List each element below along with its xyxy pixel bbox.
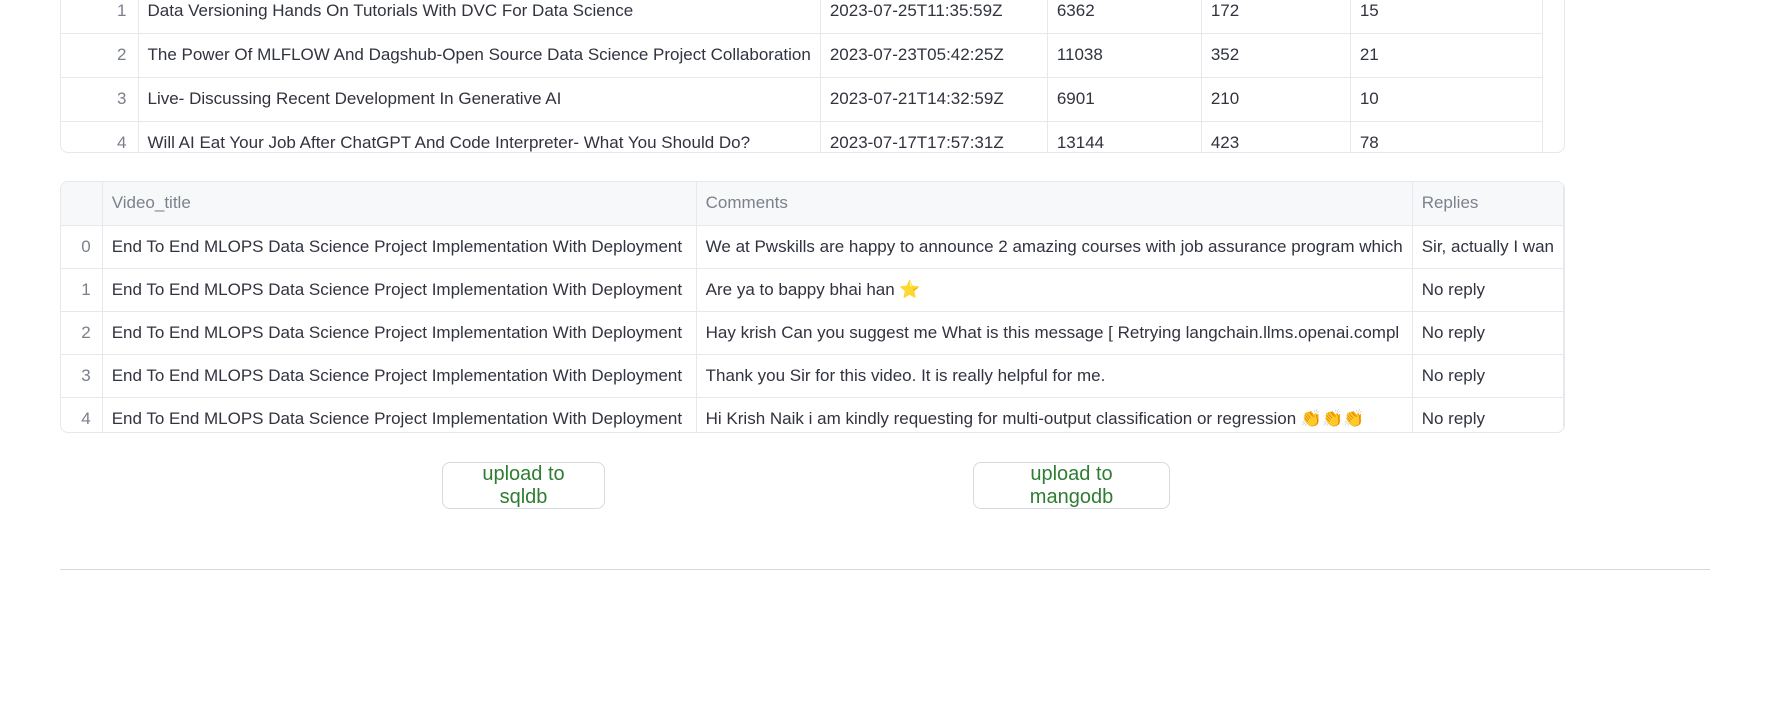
- table-row[interactable]: 1 Data Versioning Hands On Tutorials Wit…: [61, 0, 1543, 34]
- views-cell[interactable]: 6901: [1047, 77, 1202, 122]
- row-index: 3: [61, 354, 103, 398]
- comment-cell[interactable]: We at Pwskills are happy to announce 2 a…: [696, 225, 1413, 269]
- table-row[interactable]: 4 End To End MLOPS Data Science Project …: [61, 397, 1564, 432]
- upload-to-mongodb-button[interactable]: upload to mangodb: [973, 462, 1170, 509]
- row-index: 3: [61, 77, 139, 122]
- published-cell[interactable]: 2023-07-21T14:32:59Z: [820, 77, 1048, 122]
- row-index: 0: [61, 225, 103, 269]
- comments-table: Video_title Comments Replies 0 End To En…: [61, 182, 1564, 432]
- row-index: 4: [61, 397, 103, 432]
- video-title-cell[interactable]: Will AI Eat Your Job After ChatGPT And C…: [138, 121, 821, 152]
- video-title-cell[interactable]: End To End MLOPS Data Science Project Im…: [102, 225, 697, 269]
- likes-cell[interactable]: 210: [1201, 77, 1351, 122]
- published-cell[interactable]: 2023-07-23T05:42:25Z: [820, 33, 1048, 78]
- views-cell[interactable]: 6362: [1047, 0, 1202, 34]
- comment-cell[interactable]: Hay krish Can you suggest me What is thi…: [696, 311, 1413, 355]
- horizontal-divider: [60, 569, 1710, 570]
- table-row[interactable]: 1 End To End MLOPS Data Science Project …: [61, 268, 1564, 312]
- published-cell[interactable]: 2023-07-25T11:35:59Z: [820, 0, 1048, 34]
- index-header: [61, 182, 103, 226]
- row-index: 1: [61, 268, 103, 312]
- video-title-cell[interactable]: Live- Discussing Recent Development In G…: [138, 77, 821, 122]
- video-title-header[interactable]: Video_title: [102, 182, 697, 226]
- row-index: 1: [61, 0, 139, 34]
- video-title-cell[interactable]: The Power Of MLFLOW And Dagshub-Open Sou…: [138, 33, 821, 78]
- reply-cell[interactable]: No reply: [1412, 354, 1564, 398]
- comments-count-cell[interactable]: 10: [1350, 77, 1543, 122]
- video-title-cell[interactable]: End To End MLOPS Data Science Project Im…: [102, 311, 697, 355]
- views-cell[interactable]: 13144: [1047, 121, 1202, 152]
- views-cell[interactable]: 11038: [1047, 33, 1202, 78]
- row-index: 2: [61, 311, 103, 355]
- comments-count-cell[interactable]: 21: [1350, 33, 1543, 78]
- video-title-cell[interactable]: Data Versioning Hands On Tutorials With …: [138, 0, 821, 34]
- table-row[interactable]: 2 End To End MLOPS Data Science Project …: [61, 311, 1564, 355]
- table-row[interactable]: 0 End To End MLOPS Data Science Project …: [61, 225, 1564, 269]
- reply-cell[interactable]: No reply: [1412, 397, 1564, 432]
- upload-to-sqldb-button[interactable]: upload to sqldb: [442, 462, 605, 509]
- comments-count-cell[interactable]: 15: [1350, 0, 1543, 34]
- video-title-cell[interactable]: End To End MLOPS Data Science Project Im…: [102, 268, 697, 312]
- videos-dataframe[interactable]: 1 Data Versioning Hands On Tutorials Wit…: [60, 0, 1565, 153]
- row-index: 4: [61, 121, 139, 152]
- table-row[interactable]: 2 The Power Of MLFLOW And Dagshub-Open S…: [61, 33, 1543, 78]
- table-header-row: Video_title Comments Replies: [61, 182, 1564, 226]
- comments-dataframe[interactable]: Video_title Comments Replies 0 End To En…: [60, 181, 1565, 433]
- reply-cell[interactable]: Sir, actually I wan: [1412, 225, 1564, 269]
- table-row[interactable]: 4 Will AI Eat Your Job After ChatGPT And…: [61, 121, 1543, 152]
- comments-header[interactable]: Comments: [696, 182, 1413, 226]
- likes-cell[interactable]: 172: [1201, 0, 1351, 34]
- comment-cell[interactable]: Thank you Sir for this video. It is real…: [696, 354, 1413, 398]
- published-cell[interactable]: 2023-07-17T17:57:31Z: [820, 121, 1048, 152]
- comment-cell[interactable]: Are ya to bappy bhai han ⭐: [696, 268, 1413, 312]
- video-title-cell[interactable]: End To End MLOPS Data Science Project Im…: [102, 397, 697, 432]
- likes-cell[interactable]: 423: [1201, 121, 1351, 152]
- likes-cell[interactable]: 352: [1201, 33, 1351, 78]
- row-index: 2: [61, 33, 139, 78]
- table-row[interactable]: 3 End To End MLOPS Data Science Project …: [61, 354, 1564, 398]
- replies-header[interactable]: Replies: [1412, 182, 1564, 226]
- reply-cell[interactable]: No reply: [1412, 268, 1564, 312]
- comments-count-cell[interactable]: 78: [1350, 121, 1543, 152]
- video-title-cell[interactable]: End To End MLOPS Data Science Project Im…: [102, 354, 697, 398]
- comment-cell[interactable]: Hi Krish Naik i am kindly requesting for…: [696, 397, 1413, 432]
- table-row[interactable]: 3 Live- Discussing Recent Development In…: [61, 77, 1543, 122]
- videos-table: 1 Data Versioning Hands On Tutorials Wit…: [61, 0, 1543, 152]
- reply-cell[interactable]: No reply: [1412, 311, 1564, 355]
